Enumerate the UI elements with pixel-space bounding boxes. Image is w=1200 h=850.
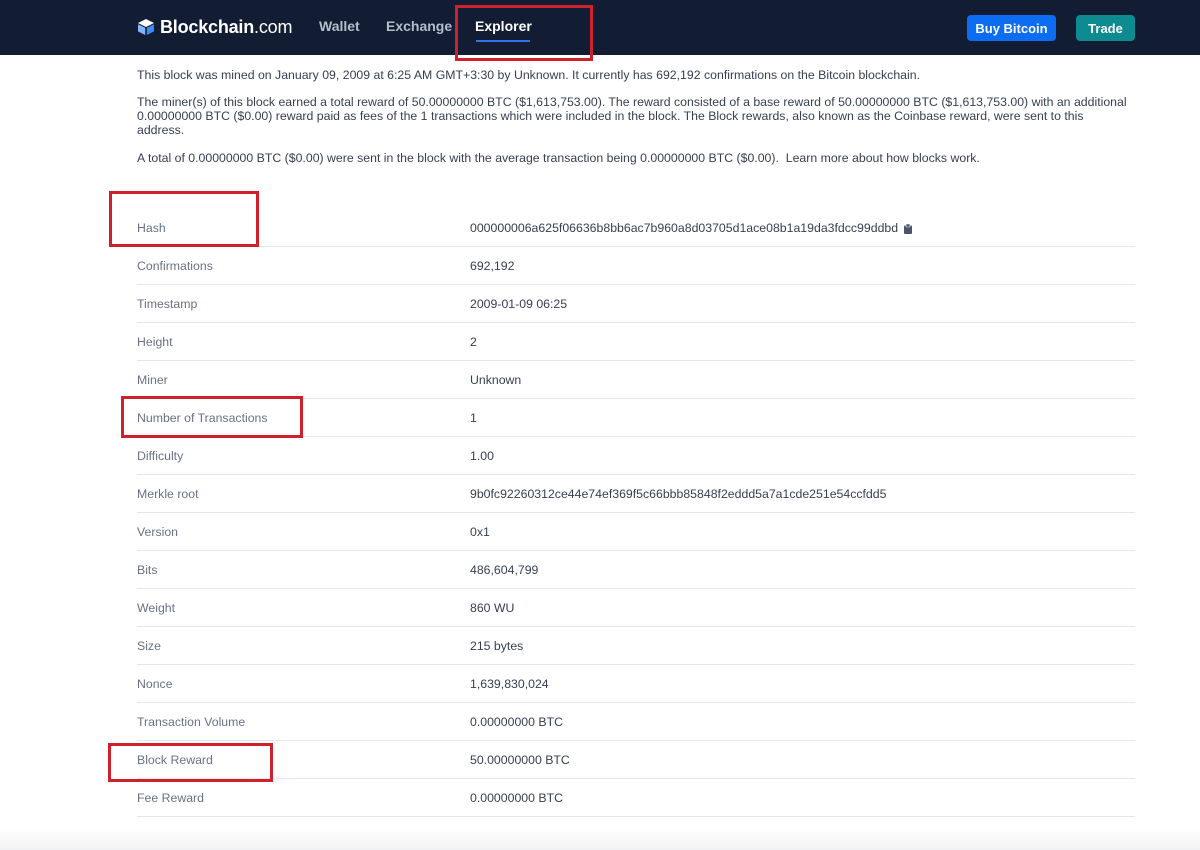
detail-value-wrapper: 0.00000000 BTC bbox=[470, 715, 563, 729]
active-nav-underline bbox=[476, 40, 530, 42]
detail-label: Hash bbox=[137, 221, 166, 235]
detail-value: 1,639,830,024 bbox=[470, 677, 549, 691]
detail-label: Height bbox=[137, 335, 173, 349]
detail-value: 215 bytes bbox=[470, 639, 524, 653]
detail-value: 50.00000000 BTC bbox=[470, 753, 570, 767]
detail-label: Transaction Volume bbox=[137, 715, 246, 729]
nav-explorer[interactable]: Explorer bbox=[475, 18, 532, 34]
detail-value: 0.00000000 BTC bbox=[470, 715, 563, 729]
copy-icon[interactable] bbox=[904, 223, 913, 234]
block-volume-sentence: A total of 0.00000000 BTC ($0.00) were s… bbox=[137, 151, 779, 165]
detail-value: 486,604,799 bbox=[470, 563, 539, 577]
detail-row: Version 0x1 bbox=[137, 513, 1135, 551]
detail-value: 2009-01-09 06:25 bbox=[470, 297, 568, 311]
detail-value: 9b0fc92260312ce44e74ef369f5c66bbb85848f2… bbox=[470, 487, 887, 501]
detail-value: 860 WU bbox=[470, 601, 515, 615]
detail-row: Confirmations 692,192 bbox=[137, 247, 1135, 285]
detail-label: Bits bbox=[137, 563, 158, 577]
detail-value-wrapper: 215 bytes bbox=[470, 639, 523, 653]
detail-label: Timestamp bbox=[137, 297, 198, 311]
detail-value-wrapper: 860 WU bbox=[470, 601, 514, 615]
detail-label: Nonce bbox=[137, 677, 173, 691]
logo-text: Blockchain.com bbox=[160, 17, 292, 38]
top-navigation-bar: Blockchain.com Wallet Exchange Explorer … bbox=[0, 0, 1200, 55]
detail-value-wrapper: 1 bbox=[470, 411, 477, 425]
detail-row: Weight 860 WU bbox=[137, 589, 1135, 627]
detail-value-wrapper: 2 bbox=[470, 335, 477, 349]
blockchain-logo[interactable]: Blockchain.com bbox=[137, 14, 292, 40]
nav-exchange[interactable]: Exchange bbox=[386, 18, 452, 34]
detail-row: Number of Transactions 1 bbox=[137, 399, 1135, 437]
detail-value: 1.00 bbox=[470, 449, 494, 463]
detail-row: Block Reward 50.00000000 BTC bbox=[137, 741, 1135, 779]
detail-value-wrapper: 1.00 bbox=[470, 449, 494, 463]
block-summary-text: This block was mined on January 09, 2009… bbox=[137, 68, 920, 82]
detail-value-wrapper: 692,192 bbox=[470, 259, 514, 273]
detail-value-wrapper: Unknown bbox=[470, 373, 521, 387]
detail-label: Version bbox=[137, 525, 179, 539]
detail-label: Size bbox=[137, 639, 161, 653]
detail-value-wrapper: 50.00000000 BTC bbox=[470, 753, 570, 767]
block-volume-text: A total of 0.00000000 BTC ($0.00) were s… bbox=[137, 151, 1132, 165]
detail-value: Unknown bbox=[470, 373, 522, 387]
detail-row: Transaction Volume 0.00000000 BTC bbox=[137, 703, 1135, 741]
trade-button[interactable]: Trade bbox=[1076, 15, 1135, 41]
detail-label: Number of Transactions bbox=[137, 411, 268, 425]
detail-label: Difficulty bbox=[137, 449, 184, 463]
detail-value-wrapper: 000000006a625f06636b8bb6ac7b960a8d03705d… bbox=[470, 221, 913, 235]
detail-row: Merkle root 9b0fc92260312ce44e74ef369f5c6… bbox=[137, 475, 1135, 513]
blockchain-cube-icon bbox=[137, 18, 155, 36]
detail-label: Weight bbox=[137, 601, 176, 615]
detail-value: 0.00000000 BTC bbox=[470, 791, 563, 805]
buy-bitcoin-button[interactable]: Buy Bitcoin bbox=[967, 15, 1056, 41]
detail-label: Miner bbox=[137, 373, 168, 387]
detail-value: 692,192 bbox=[470, 259, 515, 273]
detail-label: Fee Reward bbox=[137, 791, 204, 805]
block-details-table: Hash 000000006a625f06636b8bb6ac7b960a8d03… bbox=[137, 209, 1135, 817]
detail-value-wrapper: 1,639,830,024 bbox=[470, 677, 549, 691]
nav-wallet[interactable]: Wallet bbox=[319, 18, 360, 34]
detail-label: Merkle root bbox=[137, 487, 199, 501]
detail-row: Miner Unknown bbox=[137, 361, 1135, 399]
bottom-fade bbox=[0, 828, 1200, 850]
logo-suffix: .com bbox=[254, 16, 293, 37]
detail-row: Timestamp 2009-01-09 06:25 bbox=[137, 285, 1135, 323]
logo-name: Blockchain bbox=[160, 16, 255, 37]
detail-value: 2 bbox=[470, 335, 477, 349]
detail-label: Block Reward bbox=[137, 753, 213, 767]
block-reward-text: The miner(s) of this block earned a tota… bbox=[137, 95, 1127, 137]
detail-row: Size 215 bytes bbox=[137, 627, 1135, 665]
detail-value: 0x1 bbox=[470, 525, 490, 539]
detail-value: 000000006a625f06636b8bb6ac7b960a8d03705d… bbox=[470, 221, 899, 235]
detail-value-wrapper: 0x1 bbox=[470, 525, 490, 539]
detail-row: Fee Reward 0.00000000 BTC bbox=[137, 779, 1135, 817]
detail-row: Difficulty 1.00 bbox=[137, 437, 1135, 475]
detail-value-wrapper: 0.00000000 BTC bbox=[470, 791, 563, 805]
detail-row: Nonce 1,639,830,024 bbox=[137, 665, 1135, 703]
detail-value-wrapper: 9b0fc92260312ce44e74ef369f5c66bbb85848f2… bbox=[470, 487, 886, 501]
detail-row: Bits 486,604,799 bbox=[137, 551, 1135, 589]
detail-value-wrapper: 486,604,799 bbox=[470, 563, 538, 577]
detail-row: Height 2 bbox=[137, 323, 1135, 361]
detail-value-wrapper: 2009-01-09 06:25 bbox=[470, 297, 567, 311]
detail-value: 1 bbox=[470, 411, 477, 425]
detail-label: Confirmations bbox=[137, 259, 213, 273]
learn-more-link[interactable]: Learn more about how blocks work. bbox=[786, 151, 980, 165]
detail-row: Hash 000000006a625f06636b8bb6ac7b960a8d03… bbox=[137, 209, 1135, 247]
